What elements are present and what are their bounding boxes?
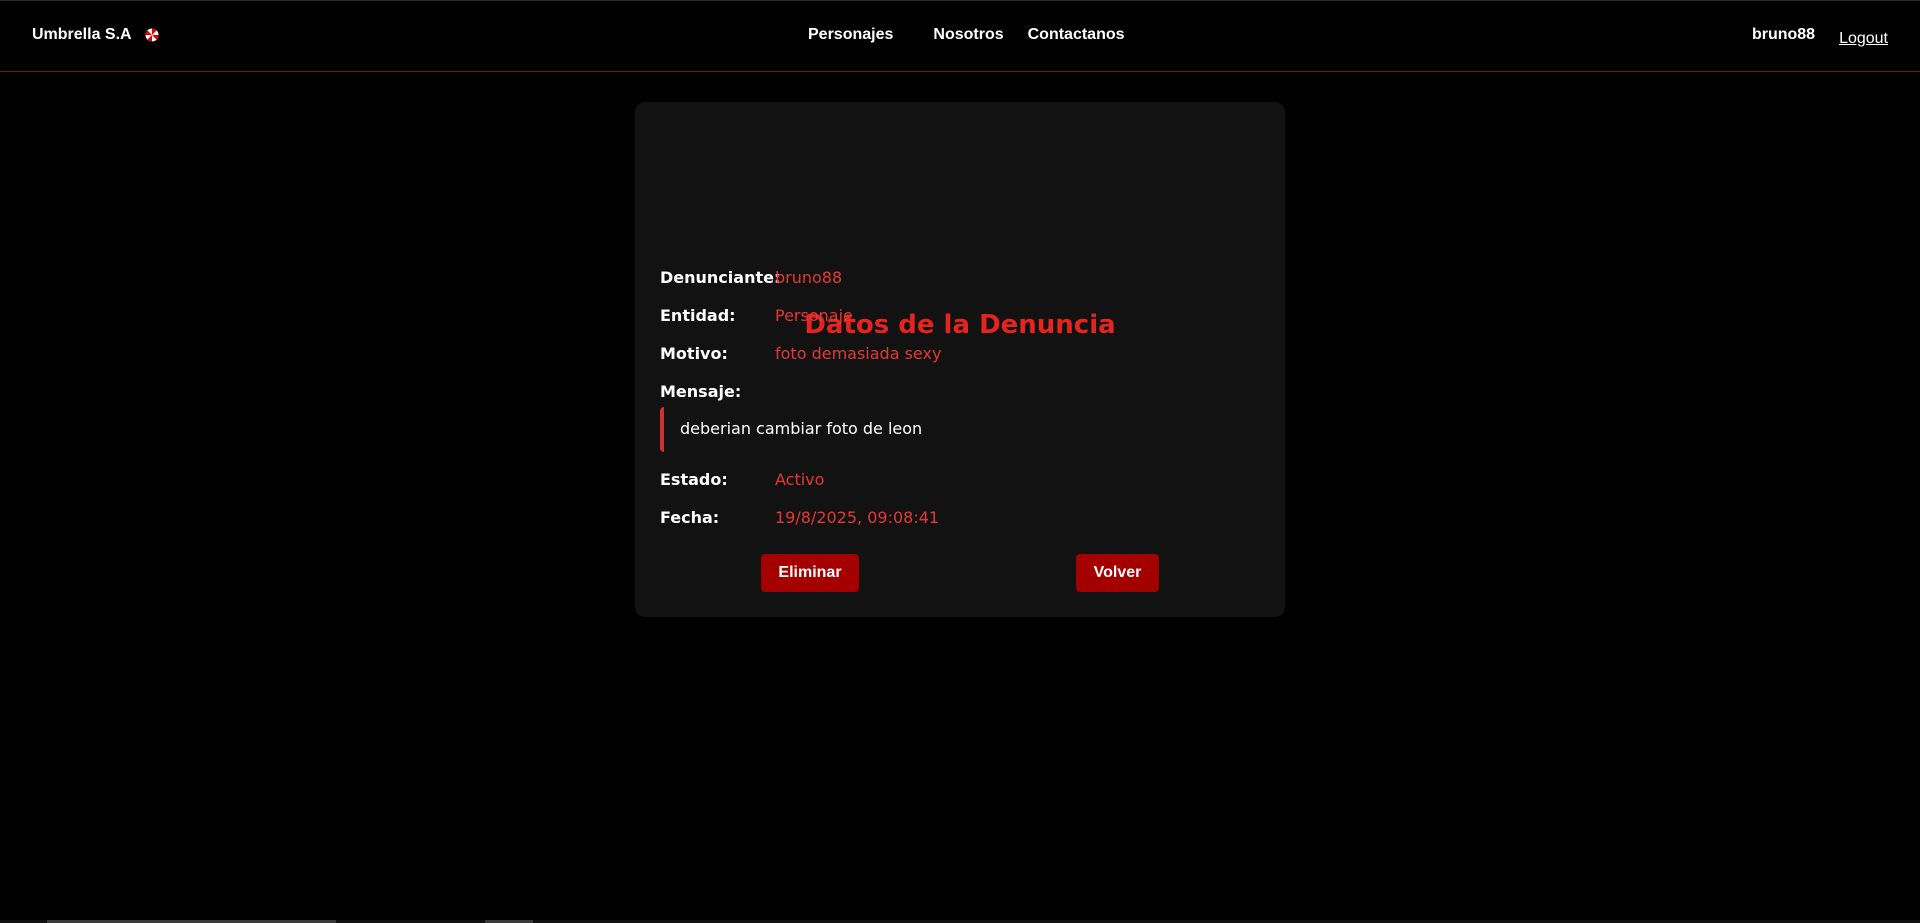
field-entidad: Entidad: Personaje	[660, 306, 853, 325]
motivo-value: foto demasiada sexy	[775, 344, 942, 363]
mensaje-quote: deberian cambiar foto de leon	[660, 407, 1260, 452]
brand[interactable]: Umbrella S.A	[32, 26, 159, 44]
nav-contactanos[interactable]: Contactanos	[1028, 26, 1125, 44]
field-motivo: Motivo: foto demasiada sexy	[660, 344, 941, 363]
denunciante-value: bruno88	[775, 268, 843, 287]
denunciante-label: Denunciante:	[660, 268, 781, 287]
nav-personajes[interactable]: Personajes	[808, 26, 893, 44]
delete-button[interactable]: Eliminar	[761, 554, 859, 592]
field-estado: Estado: Activo	[660, 470, 824, 489]
main-nav: Personajes Nosotros Contactanos	[808, 26, 1125, 44]
logout-link[interactable]: Logout	[1839, 30, 1888, 48]
fecha-label: Fecha:	[660, 508, 720, 527]
field-denunciante: Denunciante: bruno88	[660, 268, 842, 287]
entidad-value: Personaje	[775, 306, 853, 325]
estado-label: Estado:	[660, 470, 728, 489]
field-mensaje: Mensaje:	[660, 382, 775, 401]
entidad-label: Entidad:	[660, 306, 736, 325]
umbrella-logo-icon	[145, 28, 159, 42]
nav-nosotros[interactable]: Nosotros	[933, 26, 1003, 44]
denuncia-card: Datos de la Denuncia Denunciante: bruno8…	[635, 102, 1285, 617]
estado-value: Activo	[775, 470, 825, 489]
fecha-value: 19/8/2025, 09:08:41	[775, 508, 940, 527]
motivo-label: Motivo:	[660, 344, 728, 363]
username: bruno88	[1751, 26, 1816, 43]
field-fecha: Fecha: 19/8/2025, 09:08:41	[660, 508, 939, 527]
top-navbar: Umbrella S.A Personajes Nosotros Contact…	[0, 0, 1920, 72]
brand-name: Umbrella S.A	[32, 26, 132, 43]
back-button[interactable]: Volver	[1076, 554, 1159, 592]
mensaje-label: Mensaje:	[660, 382, 742, 401]
user-area: bruno88 Logout	[1751, 26, 1888, 47]
